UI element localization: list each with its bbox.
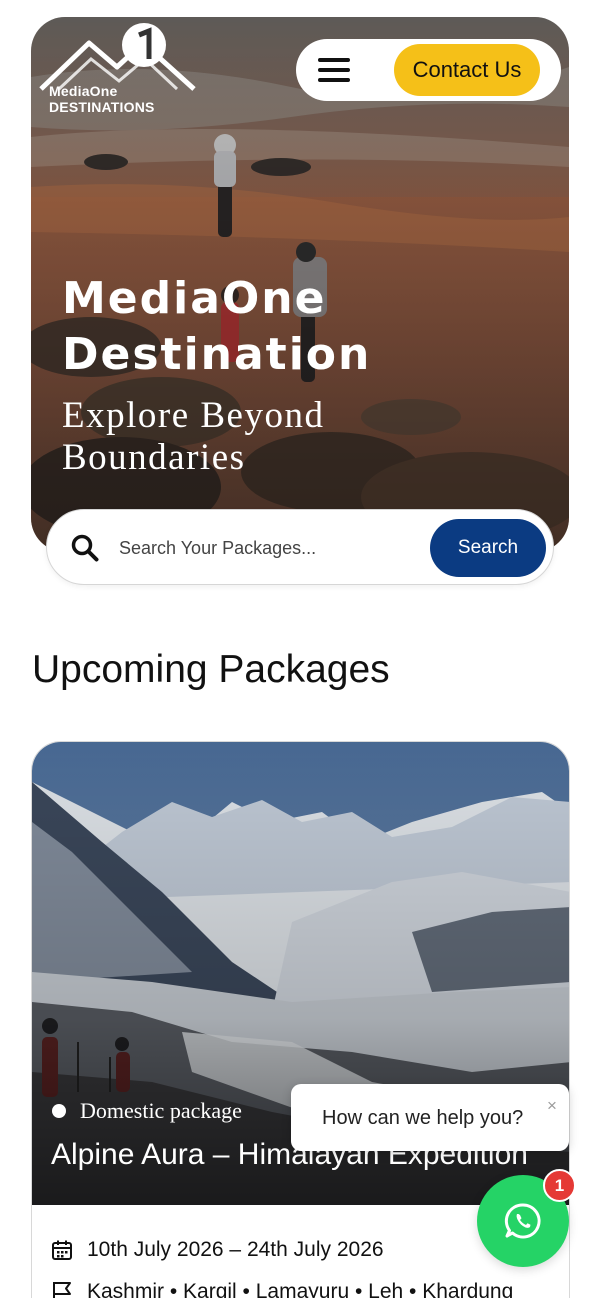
package-category-label: Domestic package <box>80 1098 242 1123</box>
brand-logo[interactable]: MediaOne DESTINATIONS <box>39 21 199 131</box>
whatsapp-icon <box>504 1203 541 1239</box>
package-route-text: Kashmir • Kargil • Lamayuru • Leh • Khar… <box>87 1280 514 1298</box>
package-search-bar: Search <box>46 509 554 585</box>
search-button[interactable]: Search <box>430 519 546 577</box>
chat-prompt-bubble[interactable]: How can we help you? × <box>291 1084 569 1151</box>
contact-us-button[interactable]: Contact Us <box>394 44 540 96</box>
mountain-logo-icon <box>39 23 196 91</box>
search-input[interactable] <box>119 528 419 568</box>
flag-icon <box>53 1282 71 1298</box>
package-dates: 10th July 2026 – 24th July 2026 <box>51 1238 384 1262</box>
close-icon[interactable]: × <box>547 1096 557 1116</box>
package-category-badge: Domestic package <box>52 1098 242 1124</box>
unread-count-badge: 1 <box>543 1169 576 1202</box>
chat-prompt-text: How can we help you? <box>322 1107 524 1129</box>
logo-text-secondary: DESTINATIONS <box>49 99 155 115</box>
hero-banner: MediaOne DESTINATIONS Contact Us MediaOn… <box>31 17 569 552</box>
bullet-dot-icon <box>52 1104 66 1118</box>
section-title: Upcoming Packages <box>32 648 390 691</box>
calendar-icon <box>52 1240 72 1260</box>
package-route: Kashmir • Kargil • Lamayuru • Leh • Khar… <box>51 1280 513 1298</box>
header-nav: Contact Us <box>296 39 561 101</box>
package-dates-text: 10th July 2026 – 24th July 2026 <box>87 1238 384 1261</box>
hero-title: MediaOne Destination <box>62 273 372 380</box>
search-icon[interactable] <box>71 534 99 562</box>
hero-subtitle: Explore Beyond Boundaries <box>62 395 325 478</box>
logo-text-primary: MediaOne <box>49 83 118 99</box>
menu-icon[interactable] <box>318 58 354 84</box>
